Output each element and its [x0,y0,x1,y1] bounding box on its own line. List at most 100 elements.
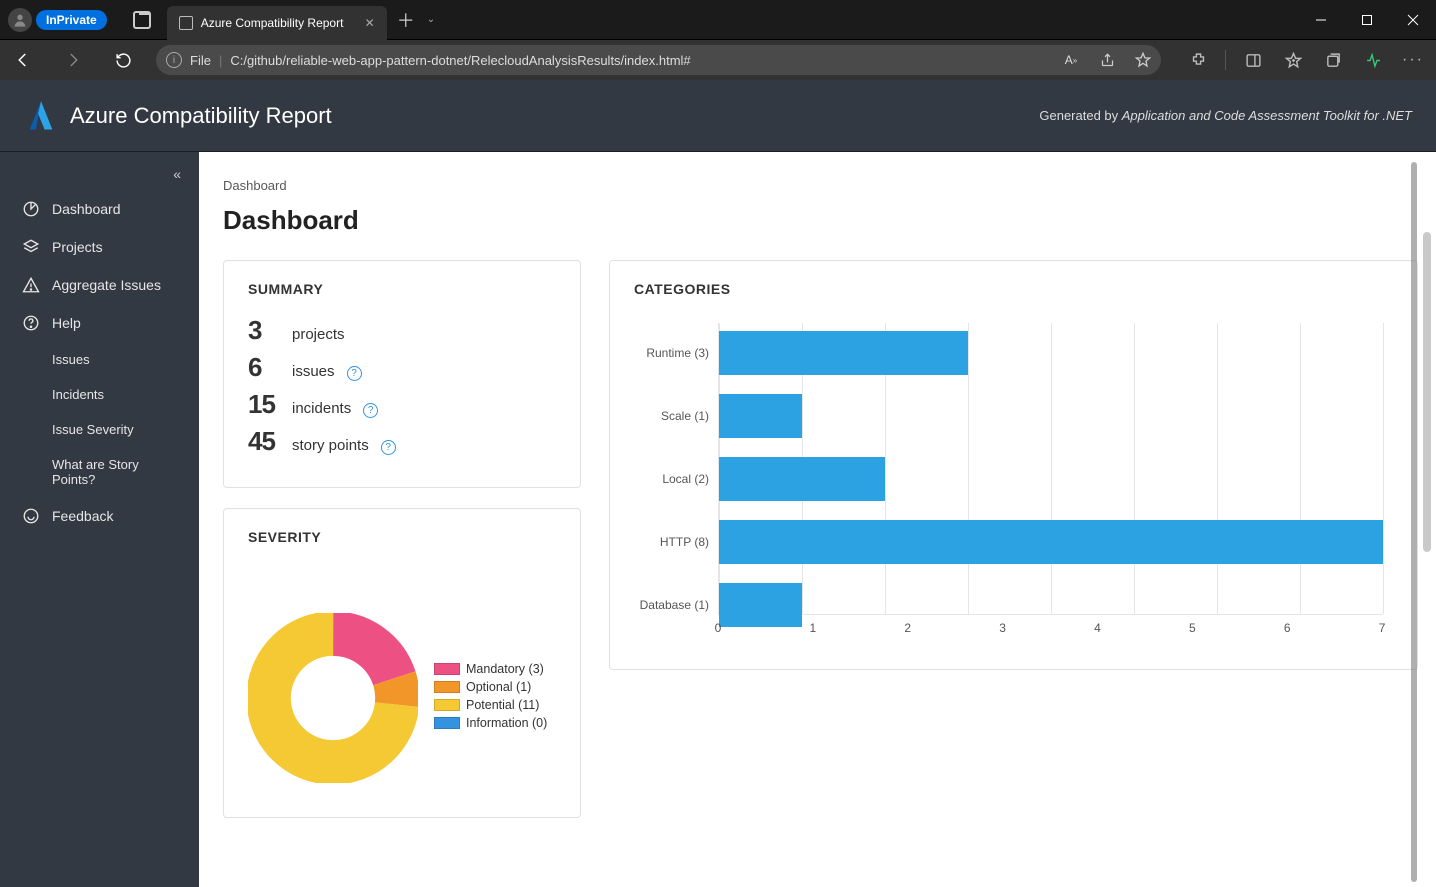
warning-icon [22,276,40,294]
inprivate-badge: InPrivate [36,10,107,30]
x-tick-label: 4 [1094,621,1101,635]
collapse-sidebar-button[interactable]: « [0,162,199,190]
tab-title: Azure Compatibility Report [201,16,344,30]
bar-category-label: Scale (1) [661,409,709,423]
categories-bar-chart: Runtime (3) Scale (1) Local (2) HTTP (8) Dat… [634,315,1393,645]
metric-incidents: 15 incidents ? [248,389,556,420]
x-tick-label: 6 [1284,621,1291,635]
app-root: Azure Compatibility Report Generated by … [0,80,1436,887]
new-tab-button[interactable]: ＋ [397,7,415,33]
help-bubble-icon[interactable]: ? [363,403,378,418]
bar-row[interactable]: Local (2) [719,457,1383,501]
tab-chevron-down-icon[interactable]: ⌄ [427,14,435,25]
sidebar-subitem-issue-severity[interactable]: Issue Severity [0,412,199,447]
legend-information[interactable]: Information (0) [434,716,547,730]
bar-row[interactable]: HTTP (8) [719,520,1383,564]
bar [719,394,802,438]
bar [719,331,968,375]
favorites-icon[interactable] [1276,43,1310,77]
bar-row[interactable]: Scale (1) [719,394,1383,438]
sidebar: « Dashboard Projects Aggregate Issues He… [0,152,199,887]
title-bar: InPrivate Azure Compatibility Report ✕ ＋… [0,0,1436,40]
favorite-icon[interactable] [1129,43,1157,77]
sidebar-subitem-incidents[interactable]: Incidents [0,377,199,412]
url-protocol-label: File [190,53,211,68]
breadcrumb[interactable]: Dashboard [223,178,1418,193]
feedback-icon [22,507,40,525]
extensions-icon[interactable] [1181,43,1215,77]
read-aloud-icon[interactable]: A» [1057,43,1085,77]
legend-mandatory[interactable]: Mandatory (3) [434,662,547,676]
categories-card: CATEGORIES Runtime (3) Scale (1) Local (2)… [609,260,1418,670]
sidebar-item-projects[interactable]: Projects [0,228,199,266]
url-box[interactable]: i File | C:/github/reliable-web-app-patt… [156,45,1161,75]
site-info-icon[interactable]: i [166,52,182,68]
x-tick-label: 7 [1379,621,1386,635]
main-content: Dashboard Dashboard SUMMARY 3 projects 6… [199,152,1436,887]
bar-category-label: Runtime (3) [646,346,709,360]
sidebar-item-help[interactable]: Help [0,304,199,342]
severity-donut-chart [248,613,418,783]
content-scrollbar-thumb[interactable] [1423,232,1431,552]
close-window-button[interactable] [1390,0,1436,40]
x-tick-label: 0 [715,621,722,635]
sidebar-item-aggregate-issues[interactable]: Aggregate Issues [0,266,199,304]
share-icon[interactable] [1093,43,1121,77]
back-button[interactable] [6,43,40,77]
sidebar-subitem-story-points[interactable]: What are Story Points? [0,447,199,497]
x-tick-label: 1 [810,621,817,635]
legend-optional[interactable]: Optional (1) [434,680,547,694]
bar [719,583,802,627]
swatch-icon [434,663,460,675]
browser-tab[interactable]: Azure Compatibility Report ✕ [167,6,387,40]
refresh-button[interactable] [106,43,140,77]
generated-by-text: Generated by Application and Code Assess… [1039,108,1412,123]
sidebar-subitem-issues[interactable]: Issues [0,342,199,377]
page-title: Dashboard [223,205,1418,236]
bar-category-label: HTTP (8) [660,535,709,549]
help-bubble-icon[interactable]: ? [347,366,362,381]
browser-window: InPrivate Azure Compatibility Report ✕ ＋… [0,0,1436,80]
window-controls [1298,0,1436,40]
window-scrollbar-thumb[interactable] [1411,162,1417,882]
app-header: Azure Compatibility Report Generated by … [0,80,1436,152]
sidebar-item-dashboard[interactable]: Dashboard [0,190,199,228]
url-text: C:/github/reliable-web-app-pattern-dotne… [230,53,1049,68]
minimize-button[interactable] [1298,0,1344,40]
severity-card: SEVERITY Mandatory (3) Optional (1) Pote… [223,508,581,818]
bar [719,520,1383,564]
sidebar-item-label: Feedback [52,508,113,524]
tab-actions-icon[interactable] [133,11,151,29]
swatch-icon [434,717,460,729]
severity-legend: Mandatory (3) Optional (1) Potential (11… [434,662,547,734]
sidebar-item-label: Aggregate Issues [52,277,161,293]
performance-icon[interactable] [1356,43,1390,77]
sidebar-item-label: Projects [52,239,103,255]
help-bubble-icon[interactable]: ? [381,440,396,455]
metric-issues: 6 issues ? [248,352,556,383]
categories-title: CATEGORIES [634,281,1393,297]
metric-projects: 3 projects [248,315,556,346]
profile-avatar-icon[interactable] [8,8,32,32]
close-tab-button[interactable]: ✕ [365,16,375,30]
forward-button[interactable] [56,43,90,77]
maximize-button[interactable] [1344,0,1390,40]
severity-title: SEVERITY [248,529,556,545]
azure-logo-icon [24,99,58,133]
legend-potential[interactable]: Potential (11) [434,698,547,712]
x-tick-label: 5 [1189,621,1196,635]
summary-title: SUMMARY [248,281,556,297]
x-tick-label: 2 [904,621,911,635]
sidebar-item-feedback[interactable]: Feedback [0,497,199,535]
bar-category-label: Database (1) [640,598,709,612]
sidebar-item-label: Dashboard [52,201,121,217]
bar-category-label: Local (2) [662,472,709,486]
settings-more-icon[interactable]: ··· [1396,43,1430,77]
collections-icon[interactable] [1316,43,1350,77]
pie-chart-icon [22,200,40,218]
metric-story-points: 45 story points ? [248,426,556,457]
layers-icon [22,238,40,256]
sidebar-toggle-icon[interactable] [1236,43,1270,77]
bar-row[interactable]: Runtime (3) [719,331,1383,375]
help-icon [22,314,40,332]
